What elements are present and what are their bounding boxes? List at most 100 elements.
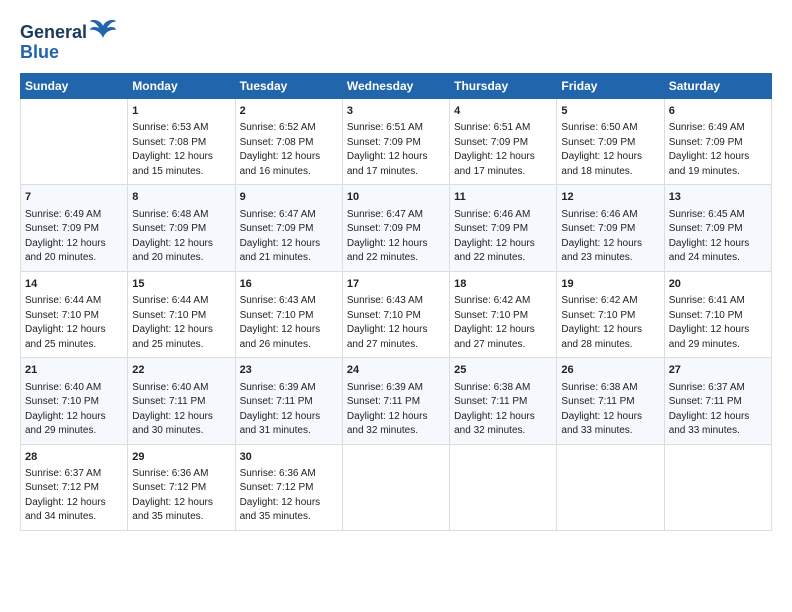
cell-line: and 24 minutes. [669, 251, 767, 266]
calendar-cell [557, 444, 664, 530]
cell-line: Sunrise: 6:42 AM [454, 294, 552, 309]
cell-line: Sunrise: 6:47 AM [240, 208, 338, 223]
cell-line: Sunrise: 6:44 AM [25, 294, 123, 309]
calendar-cell: 1Sunrise: 6:53 AMSunset: 7:08 PMDaylight… [128, 99, 235, 185]
cell-line: Sunrise: 6:40 AM [25, 381, 123, 396]
calendar-cell: 9Sunrise: 6:47 AMSunset: 7:09 PMDaylight… [235, 185, 342, 271]
cell-line: Sunset: 7:09 PM [561, 222, 659, 237]
cell-line: Sunrise: 6:37 AM [25, 467, 123, 482]
calendar-cell: 11Sunrise: 6:46 AMSunset: 7:09 PMDayligh… [450, 185, 557, 271]
day-number: 6 [669, 104, 767, 119]
cell-line: Daylight: 12 hours [240, 410, 338, 425]
calendar-cell [450, 444, 557, 530]
cell-line: and 18 minutes. [561, 165, 659, 180]
calendar-cell: 30 Sunrise: 6:36 AMSunset: 7:12 PMDayligh… [235, 444, 342, 530]
cell-content: Sunrise: 6:46 AMSunset: 7:09 PMDaylight:… [561, 208, 659, 266]
cell-content: Sunrise: 6:39 AMSunset: 7:11 PMDaylight:… [240, 381, 338, 439]
cell-content: Sunrise: 6:36 AMSunset: 7:12 PMDaylight:… [240, 467, 338, 525]
cell-line: and 17 minutes. [347, 165, 445, 180]
day-number: 11 [454, 190, 552, 205]
calendar-cell: 19 Sunrise: 6:42 AMSunset: 7:10 PMDayligh… [557, 271, 664, 357]
cell-line: Sunrise: 6:38 AM [561, 381, 659, 396]
cell-line: Sunset: 7:09 PM [454, 222, 552, 237]
cell-line: Sunset: 7:09 PM [347, 136, 445, 151]
day-number: 28 [25, 450, 123, 465]
cell-line: and 22 minutes. [454, 251, 552, 266]
cell-line: Sunset: 7:11 PM [561, 395, 659, 410]
cell-line: Daylight: 12 hours [25, 496, 123, 511]
calendar-cell [21, 99, 128, 185]
cell-line: and 32 minutes. [454, 424, 552, 439]
col-header-wednesday: Wednesday [342, 74, 449, 99]
logo-general: General [20, 22, 87, 43]
cell-line: Daylight: 12 hours [561, 410, 659, 425]
cell-content: Sunrise: 6:44 AMSunset: 7:10 PMDaylight:… [25, 294, 123, 352]
day-number: 17 [347, 277, 445, 292]
cell-line: Sunrise: 6:53 AM [132, 121, 230, 136]
header-row: SundayMondayTuesdayWednesdayThursdayFrid… [21, 74, 772, 99]
cell-line: Sunrise: 6:46 AM [561, 208, 659, 223]
calendar-cell: 26Sunrise: 6:38 AMSunset: 7:11 PMDayligh… [557, 358, 664, 444]
cell-line: Sunset: 7:08 PM [132, 136, 230, 151]
cell-line: Daylight: 12 hours [454, 150, 552, 165]
cell-line: Sunrise: 6:45 AM [669, 208, 767, 223]
cell-line: Sunrise: 6:48 AM [132, 208, 230, 223]
day-number: 1 [132, 104, 230, 119]
cell-line: Sunrise: 6:39 AM [347, 381, 445, 396]
day-number: 27 [669, 363, 767, 378]
cell-line: and 33 minutes. [669, 424, 767, 439]
cell-line: Sunrise: 6:50 AM [561, 121, 659, 136]
day-number: 16 [240, 277, 338, 292]
day-number: 19 [561, 277, 659, 292]
cell-line: Daylight: 12 hours [132, 410, 230, 425]
cell-line: Sunset: 7:09 PM [561, 136, 659, 151]
cell-content: Sunrise: 6:44 AMSunset: 7:10 PMDaylight:… [132, 294, 230, 352]
cell-line: Sunrise: 6:38 AM [454, 381, 552, 396]
day-number: 24 [347, 363, 445, 378]
cell-line: Daylight: 12 hours [561, 237, 659, 252]
cell-line: and 25 minutes. [25, 338, 123, 353]
cell-line: and 31 minutes. [240, 424, 338, 439]
day-number: 3 [347, 104, 445, 119]
col-header-tuesday: Tuesday [235, 74, 342, 99]
calendar-cell: 21Sunrise: 6:40 AMSunset: 7:10 PMDayligh… [21, 358, 128, 444]
cell-content: Sunrise: 6:42 AMSunset: 7:10 PMDaylight:… [561, 294, 659, 352]
cell-line: Sunset: 7:12 PM [132, 481, 230, 496]
cell-content: Sunrise: 6:52 AMSunset: 7:08 PMDaylight:… [240, 121, 338, 179]
day-number: 29 [132, 450, 230, 465]
cell-line: Sunset: 7:09 PM [25, 222, 123, 237]
calendar-cell: 27Sunrise: 6:37 AMSunset: 7:11 PMDayligh… [664, 358, 771, 444]
cell-line: Daylight: 12 hours [25, 410, 123, 425]
cell-line: and 34 minutes. [25, 510, 123, 525]
cell-line: Sunset: 7:12 PM [240, 481, 338, 496]
calendar-cell: 29Sunrise: 6:36 AMSunset: 7:12 PMDayligh… [128, 444, 235, 530]
cell-content: Sunrise: 6:42 AMSunset: 7:10 PMDaylight:… [454, 294, 552, 352]
cell-line: Sunset: 7:11 PM [669, 395, 767, 410]
cell-line: and 15 minutes. [132, 165, 230, 180]
col-header-sunday: Sunday [21, 74, 128, 99]
cell-line: Sunset: 7:11 PM [240, 395, 338, 410]
cell-line: Sunrise: 6:41 AM [669, 294, 767, 309]
day-number: 12 [561, 190, 659, 205]
cell-content: Sunrise: 6:37 AMSunset: 7:12 PMDaylight:… [25, 467, 123, 525]
calendar-cell: 25Sunrise: 6:38 AMSunset: 7:11 PMDayligh… [450, 358, 557, 444]
cell-line: and 20 minutes. [25, 251, 123, 266]
cell-line: and 29 minutes. [669, 338, 767, 353]
cell-line: Daylight: 12 hours [347, 237, 445, 252]
calendar-cell: 14Sunrise: 6:44 AMSunset: 7:10 PMDayligh… [21, 271, 128, 357]
cell-line: Sunset: 7:11 PM [454, 395, 552, 410]
day-number: 30 [240, 450, 338, 465]
calendar-cell: 20Sunrise: 6:41 AMSunset: 7:10 PMDayligh… [664, 271, 771, 357]
cell-line: Sunrise: 6:43 AM [240, 294, 338, 309]
cell-content: Sunrise: 6:39 AMSunset: 7:11 PMDaylight:… [347, 381, 445, 439]
cell-line: Sunset: 7:09 PM [454, 136, 552, 151]
cell-line: Sunset: 7:11 PM [347, 395, 445, 410]
cell-line: Sunset: 7:10 PM [25, 309, 123, 324]
logo-bird-icon [89, 18, 117, 46]
cell-line: Sunset: 7:10 PM [132, 309, 230, 324]
cell-line: Daylight: 12 hours [454, 410, 552, 425]
cell-content: Sunrise: 6:47 AMSunset: 7:09 PMDaylight:… [347, 208, 445, 266]
cell-content: Sunrise: 6:47 AMSunset: 7:09 PMDaylight:… [240, 208, 338, 266]
calendar-cell: 5Sunrise: 6:50 AMSunset: 7:09 PMDaylight… [557, 99, 664, 185]
calendar-table: SundayMondayTuesdayWednesdayThursdayFrid… [20, 73, 772, 531]
